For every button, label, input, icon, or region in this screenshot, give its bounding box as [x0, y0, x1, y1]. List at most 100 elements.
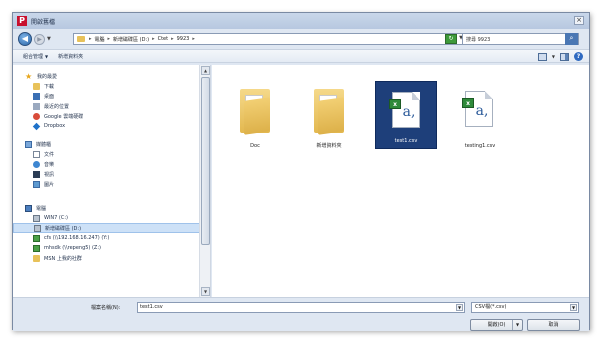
nav-item-drive-y[interactable]: cfs (\\192.168.16.247) (Y:)	[13, 233, 210, 243]
nav-label: 下載	[44, 83, 55, 90]
star-icon: ★	[25, 71, 33, 81]
network-drive-icon	[33, 234, 40, 242]
search-icon[interactable]: ⌕	[565, 33, 578, 45]
documents-icon	[33, 150, 40, 158]
organize-menu[interactable]: 組合管理 ▼	[23, 53, 48, 60]
file-item-new-folder[interactable]: 新增資料夾	[298, 81, 360, 153]
refresh-button[interactable]: ↻	[445, 34, 457, 44]
folder-icon	[314, 89, 344, 135]
breadcrumb-ctet[interactable]: Ctet	[158, 36, 169, 42]
nav-label: 音樂	[44, 161, 55, 168]
navigation-pane: ★ 我的最愛 下載 桌面 最近的位置 Google 雲端硬碟 Dropbox 媒體…	[13, 65, 211, 297]
address-bar-row: ◀ ▶ ▼ ▸ 電腦 ▸ 新增磁碟區 (D:) ▸ Ctet ▸ 9923 ▸ …	[13, 31, 589, 47]
scrollbar-thumb[interactable]	[201, 77, 210, 245]
hard-drive-icon	[33, 214, 40, 222]
open-file-dialog: P 開啟舊檔 × ◀ ▶ ▼ ▸ 電腦 ▸ 新增磁碟區 (D:) ▸ Ctet …	[12, 12, 590, 331]
cancel-button[interactable]: 取消	[527, 319, 580, 331]
nav-item-video[interactable]: 視訊	[13, 169, 210, 179]
libraries-group: 媒體櫃 文件 音樂 視訊 圖片	[13, 139, 210, 189]
help-icon[interactable]: ?	[574, 52, 583, 61]
preview-pane-icon[interactable]	[560, 52, 569, 61]
search-placeholder: 搜尋 9923	[466, 36, 491, 43]
file-name: Doc	[250, 143, 260, 149]
bottom-bar: 檔案名稱(N): test1.csv ▼ CSV檔(*.csv) ▼ 開啟(O)…	[13, 297, 589, 331]
title-bar: P 開啟舊檔 ×	[13, 13, 589, 29]
filename-field[interactable]: test1.csv ▼	[137, 302, 465, 313]
nav-item-drive-z[interactable]: mhsdk (\\repeng5) (Z:)	[13, 243, 210, 253]
history-dropdown-icon[interactable]: ▼	[47, 36, 51, 42]
breadcrumb-drive-d[interactable]: 新增磁碟區 (D:)	[113, 36, 149, 43]
video-icon	[33, 170, 40, 178]
open-button[interactable]: 開啟(O) ▼	[470, 319, 523, 331]
nav-item-pictures[interactable]: 圖片	[13, 179, 210, 189]
back-button[interactable]: ◀	[18, 32, 32, 46]
nav-item-computer[interactable]: 電腦	[13, 203, 210, 213]
dropbox-icon	[32, 122, 41, 130]
csv-file-icon: x a,	[389, 92, 420, 128]
file-item-test1-csv[interactable]: x a, test1.csv	[375, 81, 437, 149]
desktop-icon	[33, 92, 40, 100]
chevron-icon[interactable]: ▸	[152, 36, 155, 42]
file-name: testing1.csv	[464, 143, 496, 149]
breadcrumb-9923[interactable]: 9923	[177, 36, 190, 42]
nav-label: MSN 上我的社群	[44, 255, 82, 262]
chevron-icon[interactable]: ▸	[108, 36, 111, 42]
address-box[interactable]: ▸ 電腦 ▸ 新增磁碟區 (D:) ▸ Ctet ▸ 9923 ▸ ▼	[73, 33, 468, 45]
nav-label: mhsdk (\\repeng5) (Z:)	[44, 245, 101, 251]
csv-file-icon: x a,	[462, 91, 493, 127]
open-options-dropdown-icon[interactable]: ▼	[512, 320, 522, 330]
scroll-down-icon[interactable]: ▼	[201, 287, 210, 296]
nav-label: WIN7 (C:)	[44, 215, 69, 221]
nav-label: 桌面	[44, 93, 55, 100]
chevron-icon[interactable]: ▸	[89, 36, 92, 42]
network-drive-icon	[33, 244, 40, 252]
new-folder-button[interactable]: 新增資料夾	[58, 53, 83, 60]
open-label: 開啟(O)	[487, 322, 506, 328]
filetype-value: CSV檔(*.csv)	[475, 304, 507, 310]
nav-label: 媒體櫃	[36, 141, 52, 148]
pictures-icon	[33, 180, 40, 188]
recent-places-icon	[33, 102, 40, 110]
forward-button[interactable]: ▶	[34, 33, 45, 45]
nav-label: 視訊	[44, 171, 55, 178]
filetype-dropdown-icon[interactable]: ▼	[570, 304, 577, 311]
filename-label: 檔案名稱(N):	[91, 305, 121, 311]
breadcrumb-computer[interactable]: 電腦	[95, 36, 105, 43]
nav-item-msn[interactable]: MSN 上我的社群	[13, 253, 210, 263]
nav-item-music[interactable]: 音樂	[13, 159, 210, 169]
nav-item-libraries[interactable]: 媒體櫃	[13, 139, 210, 149]
filename-value: test1.csv	[140, 304, 163, 310]
nav-item-desktop[interactable]: 桌面	[13, 91, 210, 101]
file-item-doc-folder[interactable]: Doc	[224, 81, 286, 153]
library-icon	[25, 140, 32, 148]
nav-item-drive-c[interactable]: WIN7 (C:)	[13, 213, 210, 223]
nav-item-favorites[interactable]: ★ 我的最愛	[13, 71, 210, 81]
chevron-icon[interactable]: ▸	[171, 36, 174, 42]
nav-item-dropbox[interactable]: Dropbox	[13, 121, 210, 131]
nav-label: 最近的位置	[44, 103, 70, 110]
nav-label: 電腦	[36, 205, 47, 212]
toolbar-right: ▼ ?	[537, 52, 583, 61]
google-drive-icon	[33, 112, 40, 120]
app-logo-icon: P	[17, 16, 27, 26]
command-toolbar: 組合管理 ▼ 新增資料夾 ▼ ?	[13, 49, 589, 63]
nav-item-google-drive[interactable]: Google 雲端硬碟	[13, 111, 210, 121]
music-icon	[33, 160, 40, 168]
chevron-down-icon: ▼	[45, 53, 49, 59]
filetype-select[interactable]: CSV檔(*.csv) ▼	[471, 302, 579, 313]
filename-dropdown-icon[interactable]: ▼	[456, 304, 463, 311]
nav-label: 文件	[44, 151, 55, 158]
nav-label: cfs (\\192.168.16.247) (Y:)	[44, 235, 110, 241]
search-input[interactable]: 搜尋 9923 ⌕	[462, 33, 579, 45]
nav-item-recent[interactable]: 最近的位置	[13, 101, 210, 111]
chevron-icon[interactable]: ▸	[192, 36, 195, 42]
change-view-icon[interactable]	[537, 52, 547, 61]
close-button[interactable]: ×	[574, 16, 584, 25]
nav-item-downloads[interactable]: 下載	[13, 81, 210, 91]
nav-item-drive-d[interactable]: 新增磁碟區 (D:)	[13, 223, 210, 233]
nav-item-documents[interactable]: 文件	[13, 149, 210, 159]
nav-scrollbar[interactable]: ▲ ▼	[199, 65, 210, 297]
file-item-testing1-csv[interactable]: x a, testing1.csv	[449, 81, 511, 153]
scroll-up-icon[interactable]: ▲	[201, 66, 210, 75]
view-dropdown-icon[interactable]: ▼	[552, 54, 555, 59]
